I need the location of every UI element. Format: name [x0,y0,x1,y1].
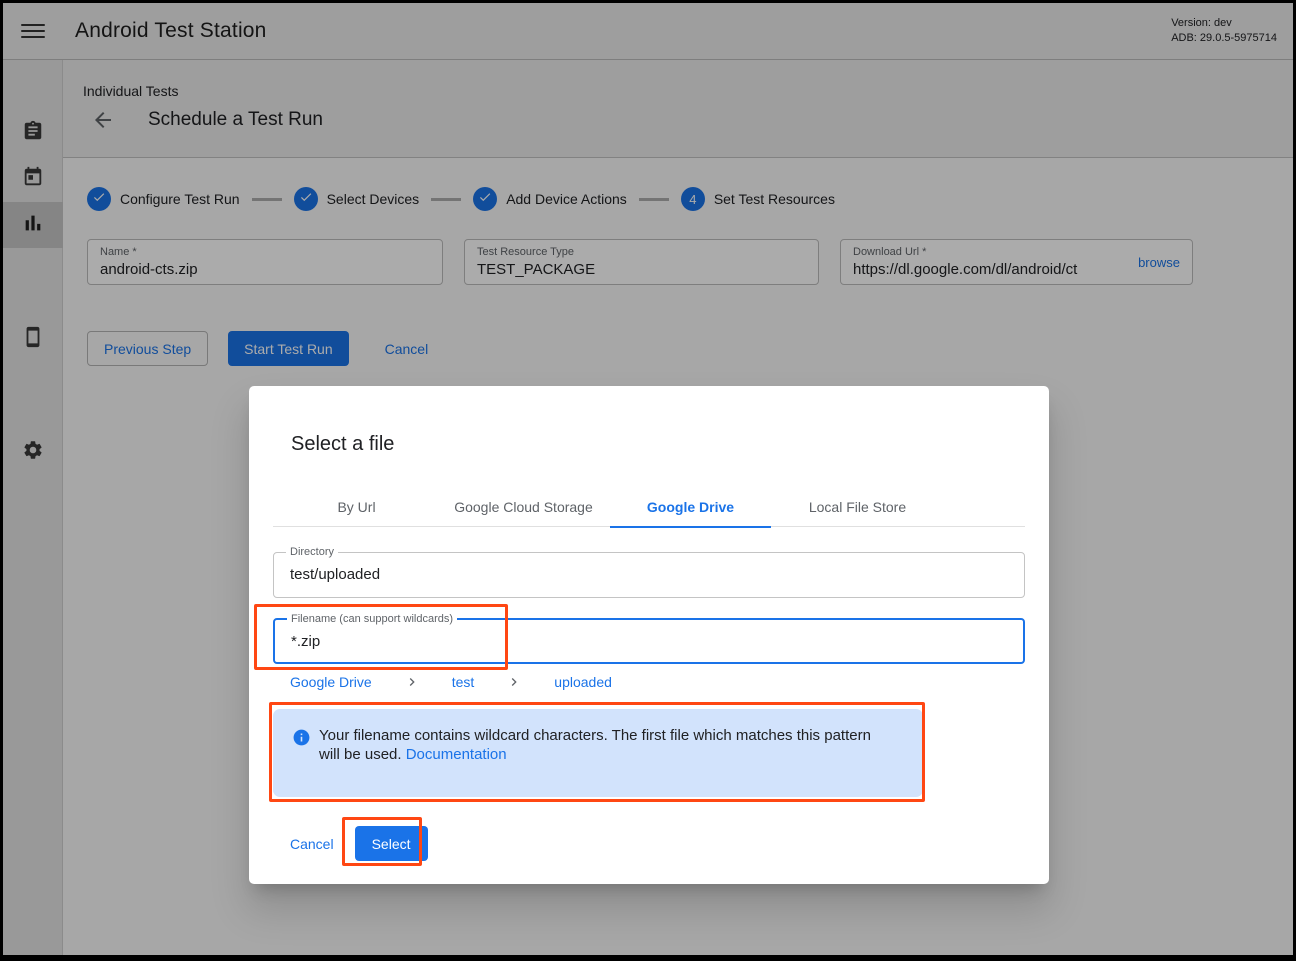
info-icon [292,728,311,747]
dialog-cancel-button[interactable]: Cancel [290,836,334,852]
breadcrumb-test[interactable]: test [452,674,475,690]
tab-google-cloud-storage[interactable]: Google Cloud Storage [440,486,607,527]
tab-by-url[interactable]: By Url [273,486,440,527]
chevron-right-icon [404,674,420,690]
banner-text: Your filename contains wildcard characte… [319,726,891,764]
dialog-title: Select a file [291,433,394,456]
filename-field-value: *.zip [291,633,320,650]
tab-local-file-store[interactable]: Local File Store [774,486,941,527]
chevron-right-icon [506,674,522,690]
directory-field-label: Directory [286,546,338,558]
tab-google-drive[interactable]: Google Drive [607,486,774,527]
filename-field-label: Filename (can support wildcards) [287,613,457,625]
breadcrumb-uploaded[interactable]: uploaded [554,674,612,690]
dialog-tabs: By Url Google Cloud Storage Google Drive… [273,486,1025,527]
directory-field[interactable]: Directory test/uploaded [273,552,1025,598]
wildcard-info-banner: Your filename contains wildcard characte… [273,709,923,797]
select-file-dialog: Select a file By Url Google Cloud Storag… [249,386,1049,884]
dialog-actions: Cancel Select [290,826,428,861]
directory-field-value: test/uploaded [290,566,380,583]
dialog-select-button[interactable]: Select [355,826,428,861]
filename-field[interactable]: Filename (can support wildcards) *.zip [273,618,1025,664]
drive-breadcrumb: Google Drive test uploaded [290,674,612,690]
banner-message: Your filename contains wildcard characte… [319,727,871,763]
app-window: Android Test Station Version: dev ADB: 2… [0,0,1296,961]
documentation-link[interactable]: Documentation [406,746,507,763]
breadcrumb-google-drive[interactable]: Google Drive [290,674,372,690]
